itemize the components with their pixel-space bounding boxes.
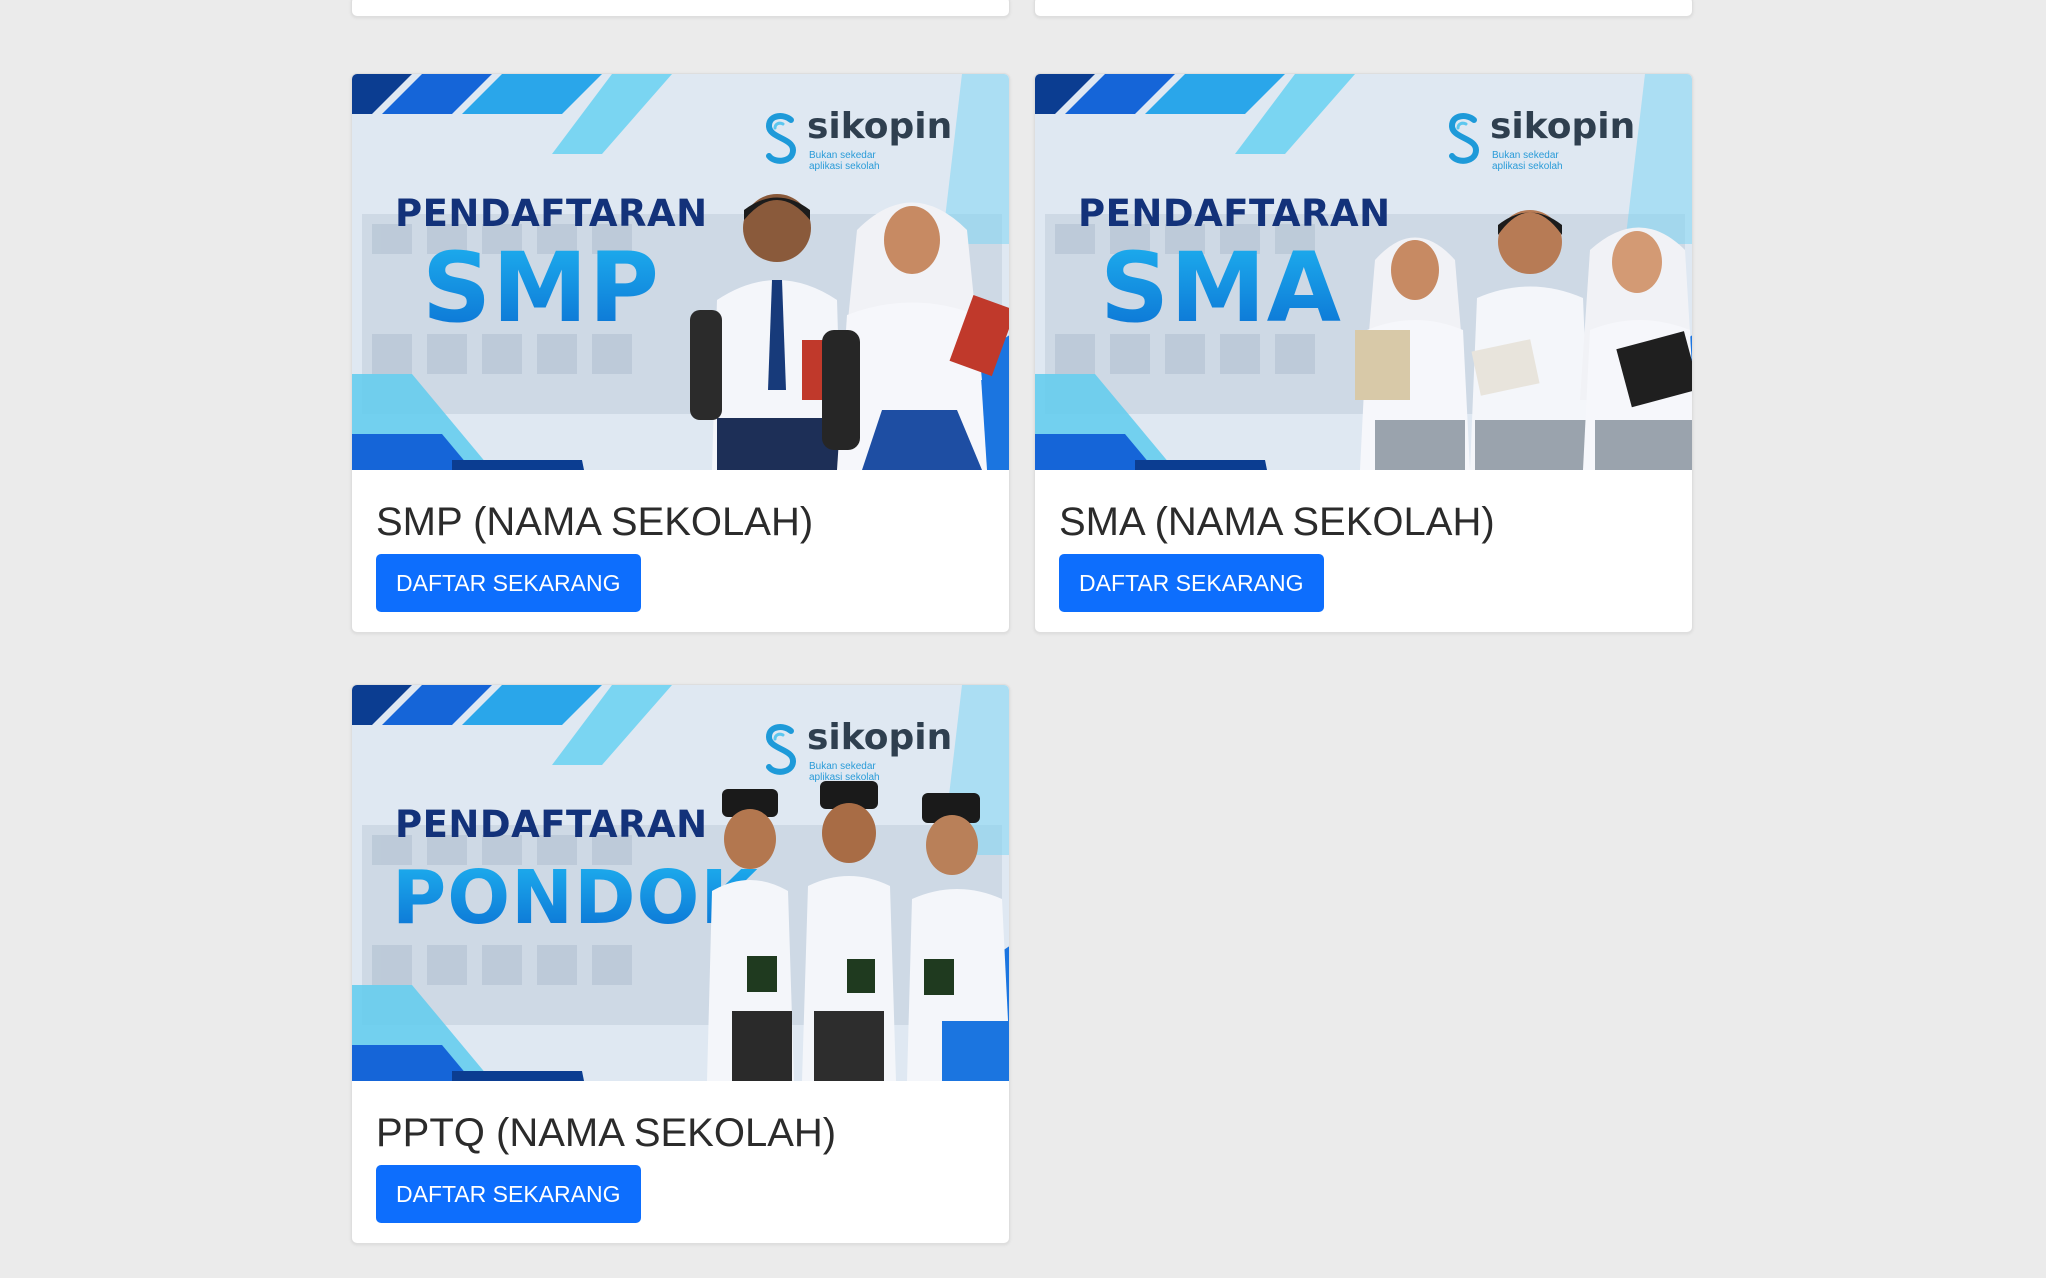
- card-body: SMA (NAMA SEKOLAH) DAFTAR SEKARANG: [1035, 470, 1692, 612]
- banner-image-pondok: sikopin Bukan sekedar aplikasi sekolah P…: [352, 685, 1009, 1081]
- sikopin-logo: sikopin Bukan sekedar aplikasi sekolah: [1446, 106, 1636, 172]
- logo-tagline: Bukan sekedar aplikasi sekolah: [809, 150, 880, 172]
- card-title: SMP (NAMA SEKOLAH): [376, 500, 814, 544]
- sikopin-logo-mark-icon: [765, 113, 797, 164]
- card-body: PPTQ (NAMA SEKOLAH) DAFTAR SEKARANG: [352, 1081, 1009, 1223]
- register-button[interactable]: DAFTAR SEKARANG: [376, 1165, 641, 1223]
- banner-title: SMA: [1100, 232, 1342, 344]
- program-card-pptq: sikopin Bukan sekedar aplikasi sekolah P…: [351, 684, 1010, 1244]
- sikopin-logo: sikopin Bukan sekedar aplikasi sekolah: [763, 717, 953, 783]
- program-list-page: sikopin Bukan sekedar aplikasi sekolah P…: [0, 0, 2046, 1278]
- banner-kicker: PENDAFTARAN: [395, 192, 708, 235]
- students-illustration: [1355, 210, 1692, 470]
- program-card-sma: sikopin Bukan sekedar aplikasi sekolah P…: [1034, 73, 1693, 633]
- students-illustration: [707, 781, 1009, 1081]
- banner-kicker: PENDAFTARAN: [1078, 192, 1391, 235]
- card-partial-top-left: [351, 0, 1010, 17]
- program-card-smp: sikopin Bukan sekedar aplikasi sekolah P…: [351, 73, 1010, 633]
- banner-image-smp: sikopin Bukan sekedar aplikasi sekolah P…: [352, 74, 1009, 470]
- logo-tagline: Bukan sekedar aplikasi sekolah: [1492, 150, 1563, 172]
- register-button[interactable]: DAFTAR SEKARANG: [376, 554, 641, 612]
- banner-title: SMP: [422, 232, 661, 344]
- card-title: PPTQ (NAMA SEKOLAH): [376, 1111, 837, 1155]
- banner-kicker: PENDAFTARAN: [395, 803, 708, 846]
- card-body: SMP (NAMA SEKOLAH) DAFTAR SEKARANG: [352, 470, 1009, 612]
- banner-image-sma: sikopin Bukan sekedar aplikasi sekolah P…: [1035, 74, 1692, 470]
- card-partial-top-right: [1034, 0, 1693, 17]
- card-title: SMA (NAMA SEKOLAH): [1059, 500, 1495, 544]
- register-button[interactable]: DAFTAR SEKARANG: [1059, 554, 1324, 612]
- logo-text: sikopin: [807, 717, 953, 758]
- sikopin-logo: sikopin Bukan sekedar aplikasi sekolah: [763, 106, 953, 172]
- sikopin-logo-mark-icon: [1448, 113, 1480, 164]
- logo-tagline: Bukan sekedar aplikasi sekolah: [809, 761, 880, 783]
- logo-text: sikopin: [807, 106, 953, 147]
- students-illustration: [690, 194, 1009, 470]
- logo-text: sikopin: [1490, 106, 1636, 147]
- sikopin-logo-mark-icon: [765, 724, 797, 775]
